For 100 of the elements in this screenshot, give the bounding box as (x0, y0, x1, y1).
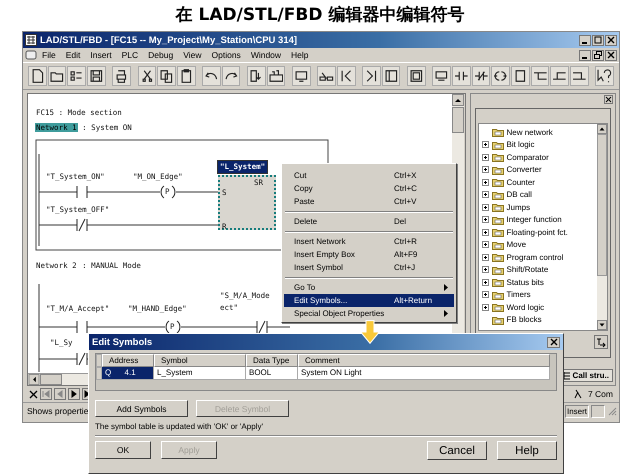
restore-button[interactable] (592, 50, 604, 60)
column-header[interactable]: Comment (298, 354, 550, 367)
scroll-thumb[interactable] (40, 374, 62, 385)
column-header[interactable]: Address (102, 354, 154, 367)
dialog-button[interactable]: Help (497, 441, 557, 460)
close-button[interactable] (605, 50, 617, 60)
redo-icon[interactable] (222, 66, 240, 86)
menu-item[interactable]: Insert (85, 50, 117, 60)
tree-item[interactable]: Comparator (478, 151, 597, 164)
menu-item[interactable]: Paste Ctrl+V (284, 195, 454, 208)
tree-item[interactable]: Floating-point fct. (478, 226, 597, 238)
expand-icon[interactable] (482, 254, 488, 261)
monitor-icon[interactable] (292, 66, 311, 86)
table-cell[interactable]: Q 4.1 (102, 367, 154, 380)
contact-icon[interactable] (452, 66, 471, 86)
paste-icon[interactable] (176, 66, 196, 86)
previous-icon[interactable] (336, 66, 356, 86)
list-icon[interactable] (67, 66, 86, 86)
menu-item[interactable]: Insert Network Ctrl+R (284, 235, 454, 248)
panel-tab[interactable]: 7 Com (584, 389, 613, 399)
download-icon[interactable] (247, 66, 266, 86)
expand-icon[interactable] (482, 204, 488, 211)
expand-icon[interactable] (482, 304, 488, 311)
scroll-up-icon[interactable] (597, 124, 607, 134)
close-icon[interactable] (29, 390, 38, 398)
branch-open-icon[interactable] (530, 66, 550, 86)
save-icon[interactable] (87, 66, 106, 86)
tree-item[interactable]: Integer function (478, 214, 597, 226)
menu-item[interactable]: Copy Ctrl+C (284, 182, 454, 195)
menu-item[interactable]: Edit Symbols... Alt+Return (284, 294, 454, 307)
table-cell[interactable]: BOOL (246, 367, 298, 380)
menu-item[interactable]: Edit (60, 50, 86, 60)
tree-item[interactable]: Bit logic (478, 138, 597, 151)
window-layout-icon[interactable] (382, 66, 400, 86)
network-icon[interactable] (432, 66, 451, 86)
tree-item[interactable]: Shift/Rotate (478, 264, 597, 276)
column-header[interactable]: Data Type (246, 354, 298, 367)
expand-icon[interactable] (482, 154, 488, 161)
expand-icon[interactable] (482, 266, 488, 274)
menu-item[interactable]: Debug (143, 50, 178, 60)
tree-item[interactable]: Status bits (478, 276, 597, 288)
scroll-thumb[interactable] (452, 107, 464, 133)
vertical-scrollbar[interactable] (597, 124, 607, 330)
glasses-icon[interactable] (317, 66, 336, 86)
coil-icon[interactable] (491, 66, 510, 86)
menu-item[interactable]: Go To (284, 281, 454, 294)
expand-icon[interactable] (482, 141, 488, 148)
menu-item[interactable]: File (37, 50, 61, 60)
module-icon[interactable] (266, 66, 286, 86)
menu-item[interactable]: PLC (116, 50, 144, 60)
scroll-left-icon[interactable] (28, 374, 40, 385)
menu-item[interactable]: Special Object Properties (284, 307, 454, 320)
expand-icon[interactable] (482, 278, 488, 286)
tree-item[interactable]: DB call (478, 188, 597, 201)
expand-icon[interactable] (482, 191, 488, 198)
menu-item[interactable]: Insert Symbol Ctrl+J (284, 261, 454, 274)
tree-item[interactable]: Converter (478, 164, 597, 176)
symbol-action-button[interactable]: Add Symbols (95, 400, 188, 417)
new-file-icon[interactable] (28, 66, 47, 86)
menu-item[interactable]: Cut Ctrl+X (284, 169, 454, 182)
closed-contact-icon[interactable] (472, 66, 490, 86)
branch-close-icon[interactable] (570, 66, 589, 86)
tree-item[interactable]: Word logic (478, 301, 597, 314)
menu-item[interactable]: View (178, 50, 207, 60)
next-page-icon[interactable] (68, 388, 80, 400)
expand-icon[interactable] (482, 291, 488, 298)
expand-icon[interactable] (482, 166, 488, 174)
print-icon[interactable] (112, 66, 131, 86)
resize-grip-icon[interactable] (607, 406, 617, 416)
menu-item[interactable]: Help (286, 50, 314, 60)
copy-icon[interactable] (157, 66, 176, 86)
table-cell[interactable]: System ON Light (298, 367, 550, 380)
scroll-up-icon[interactable] (452, 94, 464, 106)
minimize-button[interactable] (579, 50, 591, 60)
expand-icon[interactable] (482, 241, 488, 248)
menu-item[interactable]: Window (246, 50, 286, 60)
call-icon[interactable] (594, 335, 608, 349)
close-button[interactable] (547, 336, 560, 348)
expand-icon[interactable] (482, 178, 488, 186)
dialog-button[interactable]: OK (95, 441, 151, 459)
dialog-button[interactable]: Cancel (427, 441, 487, 460)
scroll-down-icon[interactable] (597, 320, 607, 330)
tree-item[interactable]: Timers (478, 288, 597, 301)
box-icon[interactable] (510, 66, 530, 86)
scroll-thumb[interactable] (597, 134, 607, 276)
expand-icon[interactable] (482, 228, 488, 236)
open-folder-icon[interactable] (48, 66, 66, 86)
cut-icon[interactable] (138, 66, 156, 86)
close-icon[interactable] (604, 95, 613, 104)
menu-item[interactable]: Options (206, 50, 246, 60)
next-icon[interactable] (362, 66, 381, 86)
undo-icon[interactable] (202, 66, 221, 86)
tree-item[interactable]: Program control (478, 251, 597, 264)
tree-item[interactable]: New network (478, 126, 597, 138)
expand-icon[interactable] (482, 216, 488, 224)
menu-item[interactable]: Insert Empty Box Alt+F9 (284, 248, 454, 261)
close-button[interactable] (605, 34, 617, 46)
tree-item[interactable]: Jumps (478, 201, 597, 214)
column-header[interactable]: Symbol (154, 354, 246, 367)
branch-up-icon[interactable] (550, 66, 569, 86)
